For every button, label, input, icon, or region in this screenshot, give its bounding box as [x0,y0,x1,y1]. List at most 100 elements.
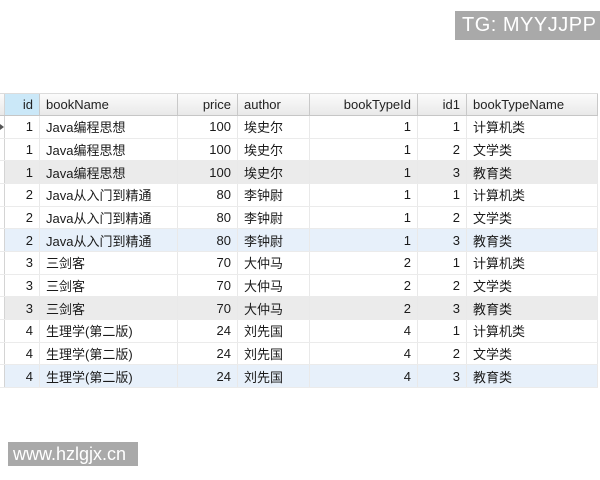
column-header-bookTypeId[interactable]: bookTypeId [310,94,418,115]
cell-id1[interactable]: 2 [418,139,467,161]
cell-id1[interactable]: 3 [418,365,467,387]
cell-id1[interactable]: 1 [418,116,467,138]
cell-author[interactable]: 埃史尔 [238,116,310,138]
cell-author[interactable]: 李钟尉 [238,229,310,251]
cell-bookName[interactable]: Java从入门到精通 [40,207,178,229]
header-gutter[interactable] [0,94,5,115]
cell-id[interactable]: 4 [5,365,40,387]
cell-id1[interactable]: 1 [418,252,467,274]
row-gutter[interactable] [0,139,5,161]
cell-bookTypeId[interactable]: 4 [310,320,418,342]
row-gutter[interactable] [0,116,5,138]
cell-author[interactable]: 李钟尉 [238,207,310,229]
cell-bookName[interactable]: Java编程思想 [40,161,178,183]
cell-price[interactable]: 100 [178,139,238,161]
cell-author[interactable]: 刘先国 [238,320,310,342]
cell-bookTypeId[interactable]: 4 [310,365,418,387]
cell-bookTypeName[interactable]: 文学类 [467,343,598,365]
cell-price[interactable]: 70 [178,297,238,319]
cell-bookTypeName[interactable]: 计算机类 [467,116,598,138]
cell-bookName[interactable]: 三剑客 [40,275,178,297]
cell-bookTypeId[interactable]: 1 [310,161,418,183]
cell-author[interactable]: 大仲马 [238,252,310,274]
cell-id[interactable]: 2 [5,184,40,206]
cell-bookTypeName[interactable]: 文学类 [467,207,598,229]
row-gutter[interactable] [0,365,5,387]
cell-id[interactable]: 3 [5,297,40,319]
cell-bookTypeId[interactable]: 1 [310,139,418,161]
cell-author[interactable]: 刘先国 [238,343,310,365]
cell-author[interactable]: 刘先国 [238,365,310,387]
cell-bookTypeName[interactable]: 文学类 [467,275,598,297]
cell-author[interactable]: 李钟尉 [238,184,310,206]
cell-id1[interactable]: 1 [418,184,467,206]
cell-id[interactable]: 2 [5,229,40,251]
cell-bookTypeName[interactable]: 计算机类 [467,320,598,342]
row-gutter[interactable] [0,252,5,274]
cell-id1[interactable]: 2 [418,275,467,297]
cell-bookName[interactable]: Java从入门到精通 [40,184,178,206]
cell-bookTypeName[interactable]: 教育类 [467,229,598,251]
cell-bookTypeName[interactable]: 文学类 [467,139,598,161]
cell-id1[interactable]: 3 [418,229,467,251]
cell-bookName[interactable]: 生理学(第二版) [40,343,178,365]
column-header-bookName[interactable]: bookName [40,94,178,115]
row-gutter[interactable] [0,343,5,365]
cell-price[interactable]: 24 [178,343,238,365]
cell-bookTypeName[interactable]: 教育类 [467,161,598,183]
cell-id1[interactable]: 2 [418,207,467,229]
cell-bookName[interactable]: 三剑客 [40,297,178,319]
cell-bookTypeId[interactable]: 1 [310,184,418,206]
cell-id[interactable]: 1 [5,116,40,138]
cell-bookTypeName[interactable]: 计算机类 [467,184,598,206]
cell-bookName[interactable]: Java从入门到精通 [40,229,178,251]
row-gutter[interactable] [0,184,5,206]
cell-id[interactable]: 2 [5,207,40,229]
row-gutter[interactable] [0,320,5,342]
cell-bookTypeId[interactable]: 2 [310,297,418,319]
cell-bookTypeId[interactable]: 1 [310,116,418,138]
cell-id1[interactable]: 3 [418,297,467,319]
cell-bookTypeId[interactable]: 4 [310,343,418,365]
cell-price[interactable]: 24 [178,320,238,342]
cell-bookTypeId[interactable]: 2 [310,252,418,274]
cell-bookName[interactable]: Java编程思想 [40,116,178,138]
row-gutter[interactable] [0,229,5,251]
cell-bookName[interactable]: Java编程思想 [40,139,178,161]
cell-id[interactable]: 3 [5,275,40,297]
cell-author[interactable]: 埃史尔 [238,139,310,161]
cell-price[interactable]: 24 [178,365,238,387]
cell-id[interactable]: 3 [5,252,40,274]
cell-bookTypeName[interactable]: 教育类 [467,365,598,387]
row-gutter[interactable] [0,297,5,319]
column-header-price[interactable]: price [178,94,238,115]
cell-bookTypeId[interactable]: 1 [310,207,418,229]
cell-bookTypeId[interactable]: 1 [310,229,418,251]
row-gutter[interactable] [0,207,5,229]
cell-id[interactable]: 4 [5,343,40,365]
cell-price[interactable]: 80 [178,207,238,229]
column-header-author[interactable]: author [238,94,310,115]
cell-id1[interactable]: 3 [418,161,467,183]
column-header-id1[interactable]: id1 [418,94,467,115]
column-header-id[interactable]: id [5,94,40,115]
row-gutter[interactable] [0,275,5,297]
cell-author[interactable]: 埃史尔 [238,161,310,183]
cell-bookTypeName[interactable]: 计算机类 [467,252,598,274]
cell-id[interactable]: 1 [5,139,40,161]
cell-bookTypeId[interactable]: 2 [310,275,418,297]
row-gutter[interactable] [0,161,5,183]
cell-id1[interactable]: 2 [418,343,467,365]
cell-bookName[interactable]: 生理学(第二版) [40,320,178,342]
cell-price[interactable]: 70 [178,252,238,274]
cell-bookTypeName[interactable]: 教育类 [467,297,598,319]
cell-id[interactable]: 1 [5,161,40,183]
cell-bookName[interactable]: 三剑客 [40,252,178,274]
cell-id[interactable]: 4 [5,320,40,342]
cell-price[interactable]: 100 [178,161,238,183]
cell-price[interactable]: 80 [178,229,238,251]
cell-author[interactable]: 大仲马 [238,297,310,319]
cell-author[interactable]: 大仲马 [238,275,310,297]
cell-price[interactable]: 80 [178,184,238,206]
cell-price[interactable]: 70 [178,275,238,297]
